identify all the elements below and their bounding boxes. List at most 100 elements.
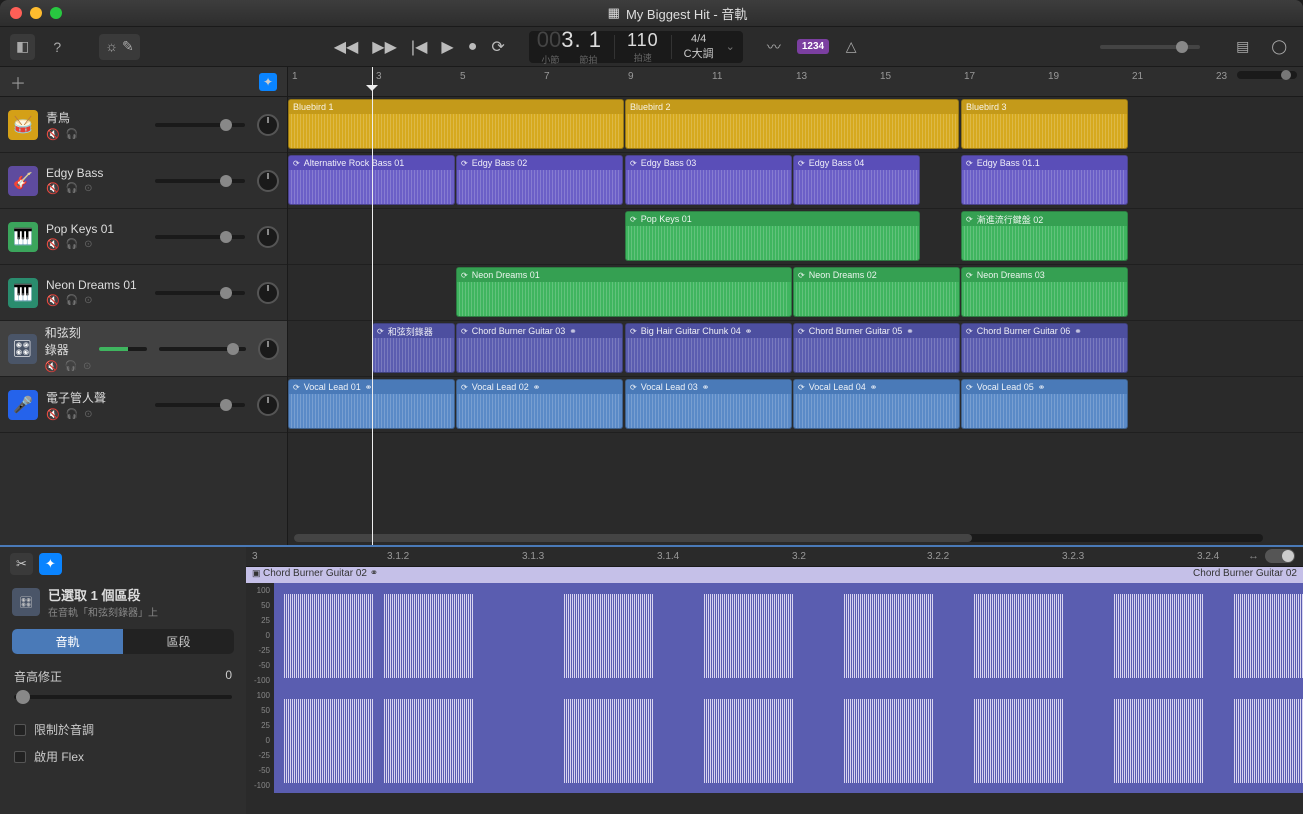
- headphone-button[interactable]: 🎧: [65, 361, 77, 372]
- region[interactable]: ⟳和弦刻錄器: [372, 323, 455, 373]
- bar-ruler[interactable]: 1357911131517192123: [288, 67, 1303, 97]
- track-lane[interactable]: ⟳Pop Keys 01 ⟳漸進流行鍵盤 02: [288, 209, 1303, 265]
- region[interactable]: ⟳Neon Dreams 03: [961, 267, 1128, 317]
- region-header[interactable]: ⟳Chord Burner Guitar 05 ⚭: [794, 324, 959, 338]
- loop-browser-button[interactable]: ◯: [1265, 34, 1293, 60]
- display-mode-button[interactable]: ☼ ✎: [99, 34, 139, 60]
- track-header[interactable]: 🎹 Pop Keys 01 🔇 🎧 ⊙: [0, 209, 287, 265]
- region[interactable]: ⟳Edgy Bass 02: [456, 155, 623, 205]
- region-header[interactable]: ⟳Edgy Bass 04: [794, 156, 919, 170]
- rewind-button[interactable]: ◀◀: [330, 35, 363, 59]
- track-name[interactable]: 青鳥: [46, 109, 147, 126]
- mute-button[interactable]: 🔇: [46, 128, 60, 141]
- region-header[interactable]: ⟳Edgy Bass 03: [626, 156, 791, 170]
- editor-mode-segment[interactable]: 音軌 區段: [12, 629, 234, 654]
- track-instrument-icon[interactable]: 🎛: [8, 334, 37, 364]
- region[interactable]: ⟳Pop Keys 01: [625, 211, 920, 261]
- track-instrument-icon[interactable]: 🎸: [8, 166, 38, 196]
- input-monitor-button[interactable]: ⊙: [84, 239, 92, 250]
- region-header[interactable]: ⟳Pop Keys 01: [626, 212, 919, 226]
- track-name[interactable]: 電子管人聲: [46, 389, 147, 406]
- track-lane[interactable]: ⟳Alternative Rock Bass 01⟳Edgy Bass 02⟳E…: [288, 153, 1303, 209]
- region-header[interactable]: ⟳Neon Dreams 02: [794, 268, 959, 282]
- track-lane[interactable]: Bluebird 1Bluebird 2Bluebird 3: [288, 97, 1303, 153]
- lcd-tempo[interactable]: 110: [627, 30, 659, 51]
- library-button[interactable]: ◧: [10, 34, 35, 60]
- track-pan-knob[interactable]: [258, 338, 279, 360]
- region[interactable]: ⟳Edgy Bass 04: [793, 155, 920, 205]
- region-header[interactable]: ⟳Neon Dreams 03: [962, 268, 1127, 282]
- mute-button[interactable]: 🔇: [46, 238, 60, 251]
- region-header[interactable]: ⟳和弦刻錄器: [373, 324, 454, 338]
- region-header[interactable]: ⟳Vocal Lead 05 ⚭: [962, 380, 1127, 394]
- mute-button[interactable]: 🔇: [45, 360, 59, 373]
- region[interactable]: ⟳Chord Burner Guitar 06 ⚭: [961, 323, 1128, 373]
- track-lane[interactable]: ⟳Vocal Lead 01 ⚭⟳Vocal Lead 02 ⚭⟳Vocal L…: [288, 377, 1303, 433]
- play-button[interactable]: ▶: [437, 35, 457, 59]
- region-header[interactable]: Bluebird 1: [289, 100, 623, 114]
- headphone-button[interactable]: 🎧: [66, 239, 78, 250]
- track-volume-slider[interactable]: [159, 347, 245, 351]
- track-pan-knob[interactable]: [257, 170, 279, 192]
- lcd-time-signature[interactable]: 4/4: [691, 33, 706, 45]
- enable-flex-checkbox[interactable]: 啟用 Flex: [14, 746, 232, 767]
- region-header[interactable]: ⟳Chord Burner Guitar 06 ⚭: [962, 324, 1127, 338]
- editor-track-tab[interactable]: ✦: [39, 553, 62, 575]
- track-header[interactable]: 🥁 青鳥 🔇 🎧: [0, 97, 287, 153]
- region-header[interactable]: ⟳Vocal Lead 04 ⚭: [794, 380, 959, 394]
- minimize-button[interactable]: [30, 7, 42, 19]
- track-volume-slider[interactable]: [155, 179, 245, 183]
- playhead[interactable]: [372, 67, 373, 545]
- track-name[interactable]: 和弦刻錄器: [45, 324, 92, 358]
- limit-to-key-checkbox[interactable]: 限制於音調: [14, 719, 232, 740]
- lcd-dropdown-icon[interactable]: ⌄: [726, 40, 735, 53]
- track-filter-button[interactable]: ✦: [259, 73, 277, 91]
- region[interactable]: Bluebird 2: [625, 99, 959, 149]
- track-pan-knob[interactable]: [257, 282, 279, 304]
- region[interactable]: ⟳Vocal Lead 04 ⚭: [793, 379, 960, 429]
- track-name[interactable]: Edgy Bass: [46, 166, 147, 180]
- track-volume-slider[interactable]: [155, 123, 245, 127]
- add-track-button[interactable]: ＋: [10, 70, 26, 94]
- input-monitor-button[interactable]: ⊙: [84, 183, 92, 194]
- region[interactable]: ⟳Chord Burner Guitar 03 ⚭: [456, 323, 623, 373]
- region-header[interactable]: ⟳Edgy Bass 02: [457, 156, 622, 170]
- region[interactable]: ⟳Edgy Bass 03: [625, 155, 792, 205]
- editor-ruler[interactable]: 33.1.23.1.33.1.43.23.2.23.2.33.2.4: [246, 547, 1303, 567]
- editor-mode-region[interactable]: 區段: [123, 629, 234, 654]
- region[interactable]: ⟳Edgy Bass 01.1: [961, 155, 1128, 205]
- horizontal-zoom-slider[interactable]: [1237, 71, 1297, 79]
- headphone-button[interactable]: 🎧: [66, 129, 78, 140]
- region-header[interactable]: ⟳漸進流行鍵盤 02: [962, 212, 1127, 226]
- record-button[interactable]: ●: [464, 36, 482, 58]
- editor-waveform[interactable]: 10050250-25-50-100 10050250-25-50-100: [246, 583, 1303, 793]
- mute-button[interactable]: 🔇: [46, 408, 60, 421]
- track-lane[interactable]: ⟳和弦刻錄器⟳Chord Burner Guitar 03 ⚭⟳Big Hair…: [288, 321, 1303, 377]
- editor-region-header[interactable]: ▣ Chord Burner Guitar 02 ⚭ Chord Burner …: [246, 567, 1303, 583]
- mute-button[interactable]: 🔇: [46, 294, 60, 307]
- track-lane[interactable]: ⟳Neon Dreams 01⟳Neon Dreams 02⟳Neon Drea…: [288, 265, 1303, 321]
- track-name[interactable]: Neon Dreams 01: [46, 278, 147, 292]
- region-header[interactable]: Bluebird 3: [962, 100, 1127, 114]
- region[interactable]: Bluebird 1: [288, 99, 624, 149]
- tuner-button[interactable]: 〰: [761, 34, 787, 60]
- track-name[interactable]: Pop Keys 01: [46, 222, 147, 236]
- editor-mode-track[interactable]: 音軌: [12, 629, 123, 654]
- forward-button[interactable]: ▶▶: [368, 35, 401, 59]
- editor-waveform-area[interactable]: ↔ 33.1.23.1.33.1.43.23.2.23.2.33.2.4 ▣ C…: [246, 547, 1303, 814]
- region[interactable]: ⟳Neon Dreams 02: [793, 267, 960, 317]
- go-to-start-button[interactable]: |◀: [407, 35, 431, 59]
- notepad-button[interactable]: ▤: [1230, 34, 1255, 60]
- master-volume-slider[interactable]: [1100, 45, 1200, 49]
- track-header[interactable]: 🎤 電子管人聲 🔇 🎧 ⊙: [0, 377, 287, 433]
- metronome-button[interactable]: △: [839, 34, 863, 60]
- quick-help-button[interactable]: ?: [45, 34, 69, 60]
- track-volume-slider[interactable]: [155, 291, 245, 295]
- region-header[interactable]: ⟳Edgy Bass 01.1: [962, 156, 1127, 170]
- track-pan-knob[interactable]: [257, 226, 279, 248]
- region[interactable]: ⟳Big Hair Guitar Chunk 04 ⚭: [625, 323, 792, 373]
- headphone-button[interactable]: 🎧: [66, 409, 78, 420]
- track-instrument-icon[interactable]: 🥁: [8, 110, 38, 140]
- region[interactable]: Bluebird 3: [961, 99, 1128, 149]
- track-header[interactable]: 🎛 和弦刻錄器 🔇 🎧 ⊙: [0, 321, 287, 377]
